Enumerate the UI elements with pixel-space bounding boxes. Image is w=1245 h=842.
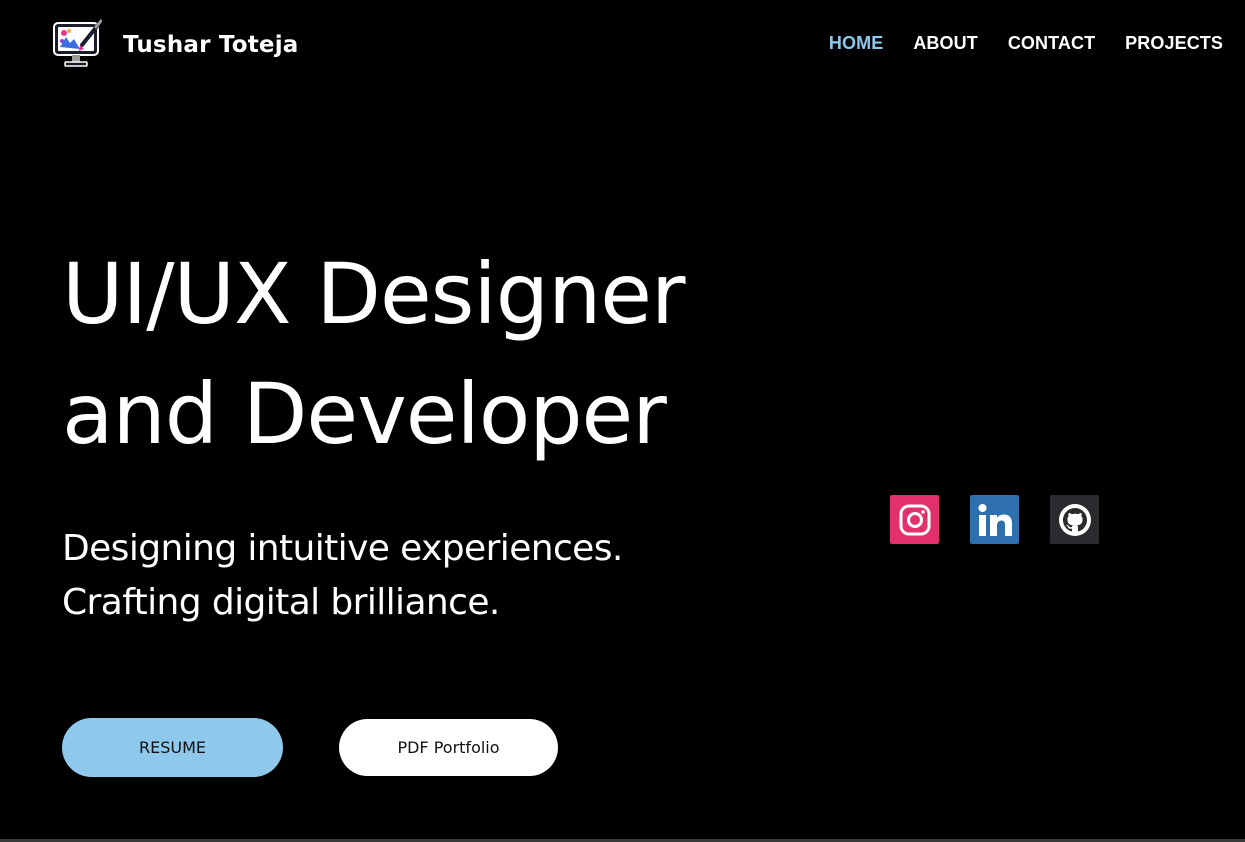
main-nav: HOME ABOUT CONTACT PROJECTS [829, 33, 1223, 54]
page: Tushar Toteja HOME ABOUT CONTACT PROJECT… [0, 0, 1245, 842]
hero-subtitle-line2: Crafting digital brilliance. [62, 582, 500, 623]
social-links [890, 495, 1099, 544]
hero-subtitle: Designing intuitive experiences. Craftin… [62, 522, 623, 630]
instagram-icon [899, 504, 930, 535]
hero-subtitle-line1: Designing intuitive experiences. [62, 528, 623, 569]
github-icon [1058, 503, 1091, 536]
monitor-paintbrush-icon [53, 19, 102, 67]
resume-button[interactable]: RESUME [62, 718, 283, 777]
hero-title: UI/UX Designer and Developer [62, 234, 686, 474]
github-link[interactable] [1050, 495, 1099, 544]
linkedin-link[interactable] [970, 495, 1019, 544]
nav-item-projects[interactable]: PROJECTS [1125, 33, 1223, 54]
hero-title-line2: and Developer [62, 365, 667, 463]
pdf-portfolio-button[interactable]: PDF Portfolio [339, 719, 558, 776]
brand-name: Tushar Toteja [123, 32, 299, 58]
nav-item-home[interactable]: HOME [829, 33, 883, 54]
nav-item-contact[interactable]: CONTACT [1008, 33, 1095, 54]
brand-home-link[interactable]: Tushar Toteja [52, 19, 299, 71]
nav-item-about[interactable]: ABOUT [913, 33, 978, 54]
site-header: Tushar Toteja HOME ABOUT CONTACT PROJECT… [0, 0, 1245, 92]
instagram-link[interactable] [890, 495, 939, 544]
hero-title-line1: UI/UX Designer [62, 245, 686, 343]
linkedin-icon [978, 503, 1012, 536]
